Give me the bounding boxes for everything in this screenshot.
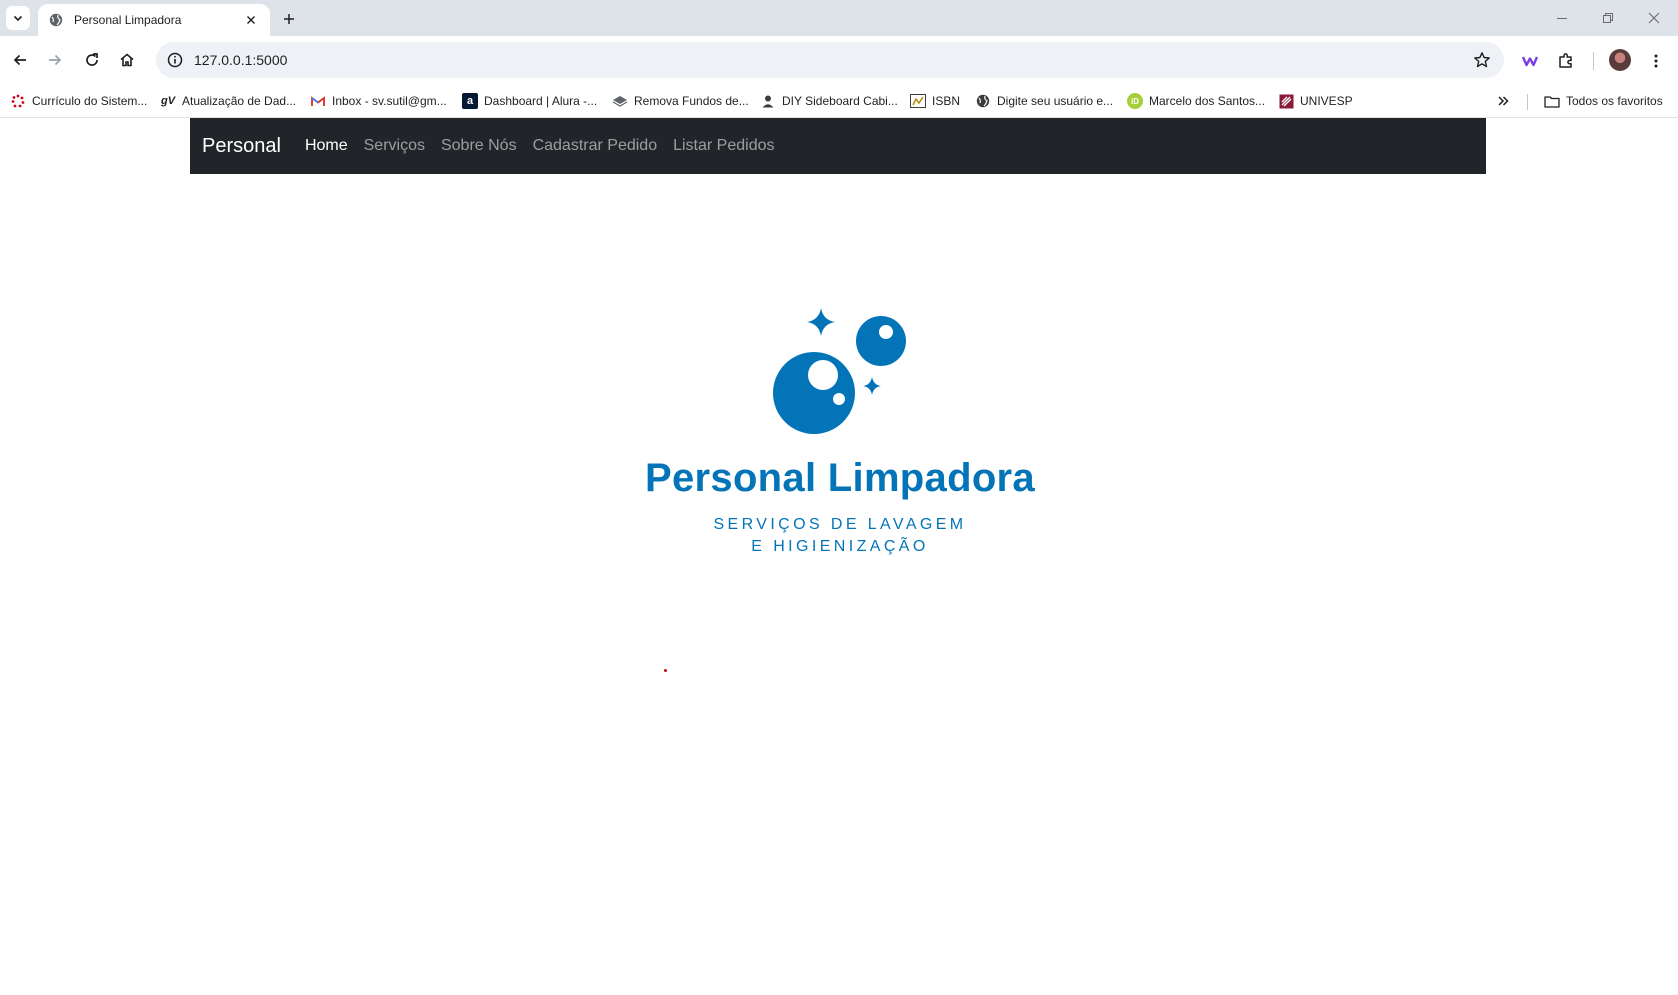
lattes-icon: [10, 93, 26, 109]
bookmark-label: Inbox - sv.sutil@gm...: [332, 94, 447, 108]
logo-title: Personal Limpadora: [645, 456, 1035, 500]
bookmark-item[interactable]: UNIVESP: [1278, 90, 1353, 112]
globe-icon: [975, 93, 991, 109]
reload-icon: [86, 53, 98, 66]
nav-link-sobre-nos[interactable]: Sobre Nós: [441, 137, 517, 155]
bookmark-label: Todos os favoritos: [1566, 94, 1663, 108]
forward-button[interactable]: [43, 48, 67, 72]
plus-icon: [284, 14, 294, 24]
bookmark-label: Marcelo dos Santos...: [1149, 94, 1266, 108]
isbn-icon: [910, 93, 926, 109]
gmail-icon: [310, 93, 326, 109]
close-icon[interactable]: [242, 11, 260, 29]
nav-link-servicos[interactable]: Serviços: [364, 137, 425, 155]
bookmark-item[interactable]: ISBN: [910, 90, 960, 112]
menu-button[interactable]: [1643, 48, 1669, 74]
bookmarks-overflow-button[interactable]: [1494, 92, 1512, 110]
bookmarks-divider: [1527, 94, 1528, 110]
restore-button[interactable]: [1594, 6, 1622, 30]
more-vert-icon: [1654, 54, 1658, 68]
browser-toolbar: 127.0.0.1:5000: [0, 36, 1678, 84]
bookmark-item[interactable]: Currículo do Sistem...: [10, 90, 147, 112]
chevron-double-right-icon: [1498, 96, 1509, 106]
close-icon: [1648, 12, 1660, 24]
url-text[interactable]: 127.0.0.1:5000: [194, 52, 1468, 68]
bookmark-item[interactable]: Remova Fundos de...: [612, 90, 749, 112]
bookmark-item[interactable]: a Dashboard | Alura -...: [462, 90, 597, 112]
bookmark-label: DIY Sideboard Cabi...: [782, 94, 898, 108]
new-tab-button[interactable]: [278, 8, 300, 30]
tab-strip: Personal Limpadora: [0, 0, 1678, 36]
bookmark-label: Currículo do Sistem...: [32, 94, 148, 108]
address-bar[interactable]: 127.0.0.1:5000: [156, 42, 1504, 78]
page-content: Personal Home Serviços Sobre Nós Cadastr…: [0, 118, 1678, 995]
extension-button[interactable]: [1517, 48, 1543, 74]
reload-button[interactable]: [80, 48, 104, 72]
home-button[interactable]: [115, 48, 139, 72]
avatar[interactable]: [1609, 49, 1631, 71]
nav-link-cadastrar-pedido[interactable]: Cadastrar Pedido: [533, 137, 658, 155]
navbar-brand[interactable]: Personal: [202, 135, 281, 158]
logo-subtitle-line-1: SERVIÇOS DE LAVAGEM: [713, 516, 967, 533]
bookmark-label: Atualização de Dad...: [182, 94, 297, 108]
nav-link-home[interactable]: Home: [305, 137, 348, 155]
bookmark-item[interactable]: Inbox - sv.sutil@gm...: [310, 90, 447, 112]
gv-icon: gV: [160, 95, 176, 107]
univesp-icon: [1278, 93, 1294, 109]
person-icon: [760, 93, 776, 109]
bookmark-label: Digite seu usuário e...: [997, 94, 1114, 108]
all-bookmarks-folder[interactable]: Todos os favoritos: [1544, 90, 1663, 112]
bookmark-label: UNIVESP: [1300, 94, 1353, 108]
bookmarks-bar: Currículo do Sistem... gV Atualização de…: [0, 84, 1678, 118]
restore-icon: [1603, 13, 1613, 23]
logo-subtitle-line-2: E HIGIENIZAÇÃO: [751, 538, 929, 555]
browser-tab[interactable]: Personal Limpadora: [38, 4, 270, 36]
layers-icon: [612, 93, 628, 109]
alura-icon: a: [462, 93, 478, 109]
puzzle-icon: [1559, 53, 1572, 68]
minimize-icon: [1557, 18, 1567, 19]
bookmark-label: Dashboard | Alura -...: [484, 94, 598, 108]
info-icon[interactable]: [162, 47, 188, 73]
window-close-button[interactable]: [1640, 6, 1668, 30]
star-icon[interactable]: [1468, 46, 1496, 74]
bookmark-item[interactable]: gV Atualização de Dad...: [160, 90, 296, 112]
toolbar-divider: [1593, 52, 1594, 70]
company-logo: Personal Limpadora SERVIÇOS DE LAVAGEM E…: [640, 308, 1040, 568]
arrow-left-icon: [13, 54, 26, 66]
arrow-right-icon: [49, 54, 62, 66]
chevron-down-icon: [13, 15, 23, 22]
bookmark-label: Remova Fundos de...: [634, 94, 749, 108]
tab-search-button[interactable]: [6, 6, 30, 30]
bookmark-item[interactable]: iD Marcelo dos Santos...: [1127, 90, 1265, 112]
nav-link-listar-pedidos[interactable]: Listar Pedidos: [673, 137, 774, 155]
site-navbar: Personal Home Serviços Sobre Nós Cadastr…: [190, 118, 1486, 174]
globe-icon: [48, 12, 64, 28]
cursor-dot: [664, 669, 667, 672]
extensions-menu-button[interactable]: [1553, 48, 1579, 74]
back-button[interactable]: [8, 48, 32, 72]
tab-title: Personal Limpadora: [74, 13, 182, 27]
bookmark-item[interactable]: DIY Sideboard Cabi...: [760, 90, 898, 112]
home-icon: [120, 53, 134, 67]
logo-subtitle: SERVIÇOS DE LAVAGEM E HIGIENIZAÇÃO: [640, 514, 1040, 558]
minimize-button[interactable]: [1548, 6, 1576, 30]
bubbles-logo-icon: [773, 308, 906, 434]
folder-icon: [1544, 93, 1560, 109]
id-icon: iD: [1127, 93, 1143, 109]
w-extension-icon: [1521, 56, 1539, 67]
bookmark-label: ISBN: [932, 94, 961, 108]
bookmark-item[interactable]: Digite seu usuário e...: [975, 90, 1113, 112]
